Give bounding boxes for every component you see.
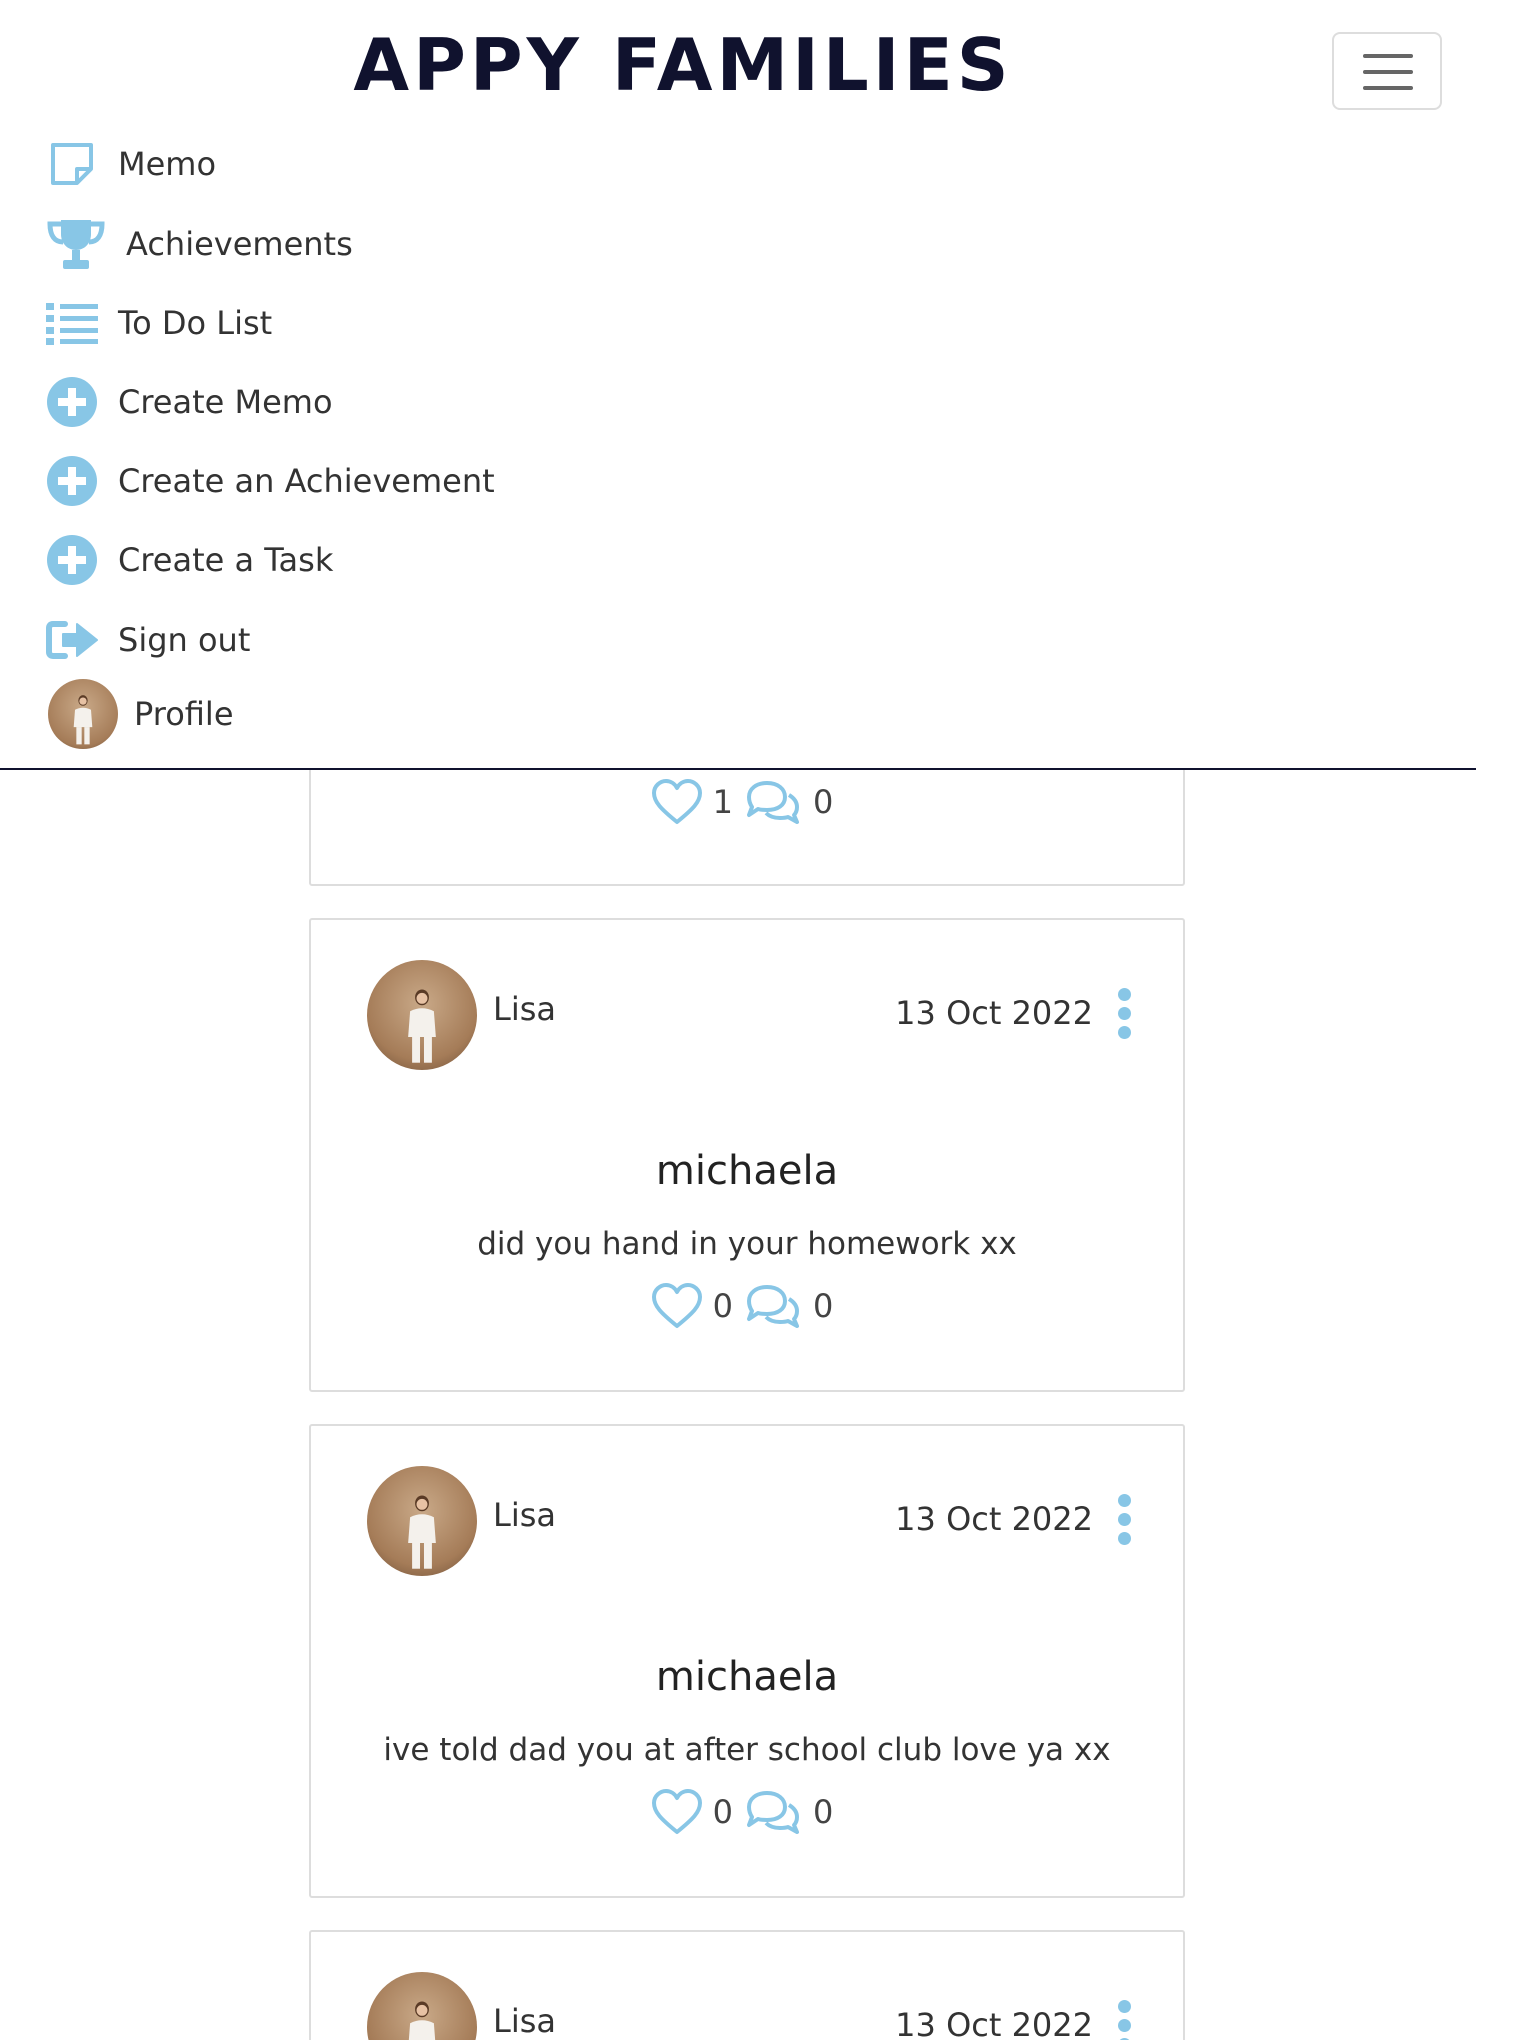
- author-name[interactable]: Lisa: [493, 1496, 556, 1534]
- nav-label: Profile: [134, 695, 234, 733]
- comment-count: 0: [813, 1287, 834, 1325]
- heart-icon[interactable]: [651, 1788, 703, 1836]
- more-options-icon[interactable]: [1115, 2000, 1133, 2040]
- like-count: 1: [712, 783, 733, 821]
- post-header: Lisa 13 Oct 2022: [367, 1972, 1133, 2040]
- author-name[interactable]: Lisa: [493, 2002, 556, 2040]
- nav-item-sign-out[interactable]: Sign out: [44, 608, 250, 672]
- memo-card: Lisa 13 Oct 2022 michaela ive told dad y…: [309, 1424, 1185, 1898]
- like-count: 0: [712, 1793, 733, 1831]
- comment-count: 0: [813, 783, 834, 821]
- nav-label: To Do List: [118, 304, 273, 342]
- menu-toggle-button[interactable]: [1332, 32, 1442, 110]
- post-header: Lisa 13 Oct 2022: [367, 960, 1133, 1070]
- brand-logo[interactable]: APPY FAMILIES: [348, 22, 1018, 108]
- more-options-icon[interactable]: [1115, 988, 1133, 1040]
- heart-icon[interactable]: [651, 778, 703, 826]
- post-date: 13 Oct 2022: [895, 2006, 1093, 2040]
- plus-circle-icon: [44, 374, 100, 430]
- plus-circle-icon: [44, 453, 100, 509]
- navbar: APPY FAMILIES Memo Achievements To Do Li…: [0, 0, 1536, 770]
- nav-item-achievements[interactable]: Achievements: [44, 212, 353, 276]
- post-header: Lisa 13 Oct 2022: [367, 1466, 1133, 1576]
- memo-card: Lisa 13 Oct 2022 michaela did you hand i…: [309, 918, 1185, 1392]
- nav-label: Create Memo: [118, 383, 333, 421]
- avatar: [48, 679, 118, 749]
- post-stats: 0 0: [311, 1788, 1183, 1836]
- post-body: did you hand in your homework xx: [477, 1226, 1017, 1262]
- nav-label: Sign out: [118, 621, 251, 659]
- nav-item-create-task[interactable]: Create a Task: [44, 528, 333, 592]
- nav-label: Create a Task: [118, 541, 334, 579]
- nav-label: Achievements: [126, 225, 353, 263]
- nav-label: Memo: [118, 145, 217, 183]
- person-image: [408, 989, 436, 1063]
- comment-count: 0: [813, 1793, 834, 1831]
- post-stats: 0 0: [311, 1282, 1183, 1330]
- nav-item-create-achievement[interactable]: Create an Achievement: [44, 449, 495, 513]
- nav-item-to-do-list[interactable]: To Do List: [44, 291, 272, 355]
- plus-circle-icon: [44, 532, 100, 588]
- post-date: 13 Oct 2022: [895, 1500, 1093, 1538]
- author-name[interactable]: Lisa: [493, 990, 556, 1028]
- comments-icon[interactable]: [743, 1789, 803, 1835]
- page: 1 0 Lisa 13 Oct 2022 michaela did you ha…: [0, 0, 1536, 2040]
- list-icon: [44, 295, 100, 351]
- comments-icon[interactable]: [743, 779, 803, 825]
- author-avatar[interactable]: [367, 960, 477, 1070]
- nav-item-create-memo[interactable]: Create Memo: [44, 370, 333, 434]
- heart-icon[interactable]: [651, 1282, 703, 1330]
- nav-item-profile[interactable]: Profile: [48, 679, 234, 749]
- person-image: [408, 2001, 436, 2040]
- post-title: michaela: [655, 1654, 839, 1700]
- navbar-divider: [0, 768, 1476, 770]
- post-stats: 1 0: [311, 778, 1183, 826]
- person-image: [408, 1495, 436, 1569]
- post-title: michaela: [655, 1148, 839, 1194]
- nav-item-memo[interactable]: Memo: [44, 132, 216, 196]
- memo-card: Lisa 13 Oct 2022: [309, 1930, 1185, 2040]
- post-body: ive told dad you at after school club lo…: [383, 1732, 1111, 1768]
- post-date: 13 Oct 2022: [895, 994, 1093, 1032]
- comments-icon[interactable]: [743, 1283, 803, 1329]
- like-count: 0: [712, 1287, 733, 1325]
- trophy-icon: [44, 216, 108, 272]
- sticky-note-icon: [44, 136, 100, 192]
- nav-label: Create an Achievement: [118, 462, 495, 500]
- author-avatar[interactable]: [367, 1466, 477, 1576]
- more-options-icon[interactable]: [1115, 1494, 1133, 1546]
- author-avatar[interactable]: [367, 1972, 477, 2040]
- sign-out-icon: [44, 612, 100, 668]
